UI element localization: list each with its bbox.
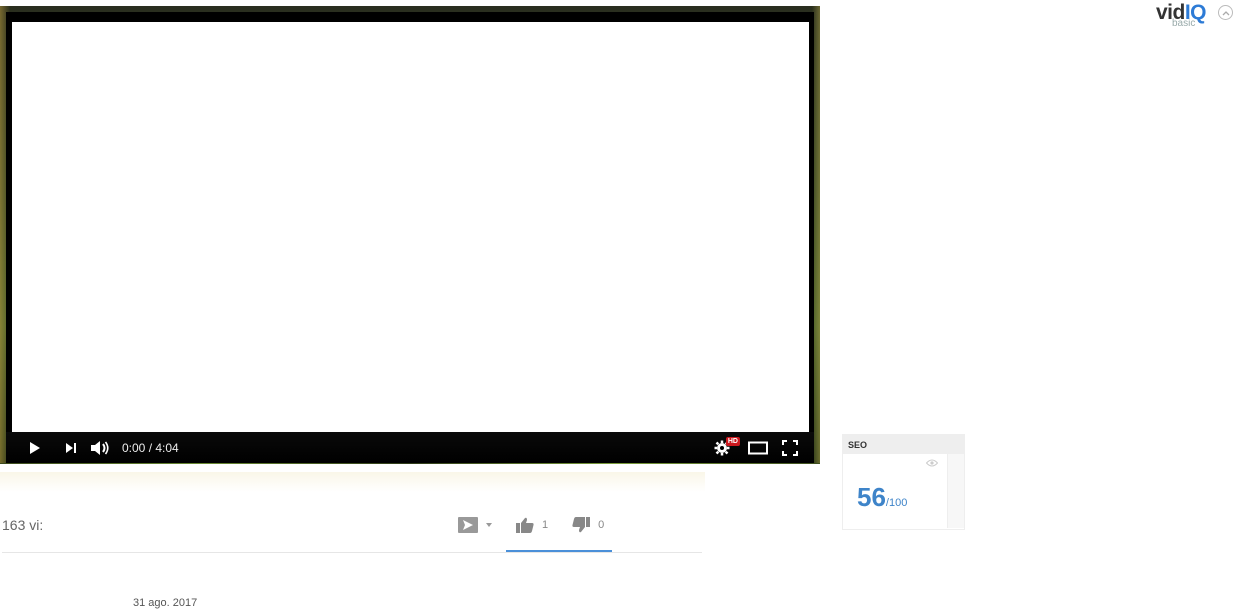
hd-badge: HD: [725, 437, 740, 446]
play-icon: [30, 441, 40, 454]
fullscreen-icon: [782, 439, 798, 456]
faded-strip: [0, 472, 705, 492]
video-actions: 1 0: [458, 517, 604, 533]
video-player[interactable]: 0:00 / 4:04 HD: [0, 6, 820, 464]
share-icon: [458, 517, 478, 533]
background-strip: [0, 463, 820, 464]
thumbs-up-icon: [516, 517, 534, 533]
seo-score-value: 56: [857, 482, 886, 512]
vidiq-collapse-button[interactable]: [1218, 5, 1233, 20]
view-count: 163 vi:: [2, 517, 44, 533]
seo-header: SEO: [843, 435, 964, 454]
skip-next-icon: [66, 442, 76, 453]
play-button[interactable]: [20, 432, 50, 463]
settings-button[interactable]: HD: [708, 432, 740, 463]
eye-icon[interactable]: [926, 459, 938, 467]
seo-score-card[interactable]: SEO 56/100: [842, 434, 965, 530]
volume-button[interactable]: [86, 432, 114, 463]
vidiq-logo: vidIQ basic: [1156, 1, 1236, 31]
video-screen[interactable]: [12, 22, 809, 437]
theater-mode-icon: [748, 441, 768, 454]
vidiq-plan: basic: [1172, 18, 1196, 29]
like-count: 1: [542, 519, 549, 531]
thumbs-down-icon: [572, 517, 591, 533]
video-frame: [6, 12, 814, 437]
seo-score-max: /100: [885, 497, 908, 509]
chevron-down-icon: [486, 523, 492, 527]
publish-date: 31 ago. 2017: [133, 597, 198, 609]
volume-icon: [91, 440, 109, 455]
theater-mode-button[interactable]: [742, 432, 774, 463]
seo-side-panel: [947, 454, 964, 528]
seo-score: 56/100: [857, 482, 907, 513]
next-button[interactable]: [56, 432, 86, 463]
info-divider: [2, 552, 702, 553]
share-button[interactable]: [458, 517, 492, 533]
fullscreen-button[interactable]: [774, 432, 806, 463]
dislike-button[interactable]: 0: [572, 517, 604, 533]
time-display: 0:00 / 4:04: [122, 440, 179, 455]
chevron-up-icon: [1222, 10, 1229, 15]
dislike-count: 0: [598, 519, 605, 531]
like-button[interactable]: 1: [516, 517, 548, 533]
player-controls: 0:00 / 4:04 HD: [6, 432, 814, 463]
